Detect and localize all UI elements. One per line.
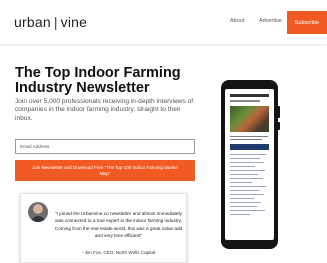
screen-text-line xyxy=(230,158,260,160)
nav-advertise-link[interactable]: Advertise xyxy=(259,18,282,24)
phone-mockup-icon xyxy=(221,80,280,249)
screen-title-placeholder xyxy=(230,94,269,97)
screen-text-line xyxy=(230,206,257,208)
screen-text-line xyxy=(230,214,250,216)
logo-text-urban: urban xyxy=(14,14,51,30)
screen-text-line xyxy=(230,178,263,180)
screen-text-line xyxy=(230,202,261,204)
site-header: urban | vine About Advertise Subscribe xyxy=(0,0,327,44)
screen-text-line xyxy=(230,174,258,176)
page-title: The Top Indoor Farming Industry Newslett… xyxy=(15,65,181,96)
screen-text-line xyxy=(230,136,268,138)
screen-banner xyxy=(230,144,269,150)
phone-screen xyxy=(225,89,274,240)
screen-text-line xyxy=(230,210,265,212)
screen-hero-image xyxy=(230,106,269,132)
screen-text-line xyxy=(230,190,259,192)
site-logo[interactable]: urban | vine xyxy=(14,14,87,30)
screen-text-line xyxy=(230,182,252,184)
screen-text-line xyxy=(230,186,266,188)
phone-side-button xyxy=(278,122,280,130)
logo-separator: | xyxy=(53,14,58,30)
avatar xyxy=(28,202,48,222)
nav-subscribe-button[interactable]: Subscribe xyxy=(287,11,327,34)
screen-text-line xyxy=(230,166,255,168)
phone-side-button xyxy=(278,106,280,118)
landing-page: urban | vine About Advertise Subscribe The… xyxy=(0,0,327,263)
nav-about-link[interactable]: About xyxy=(230,18,244,24)
screen-text-line xyxy=(230,139,262,141)
screen-text-line xyxy=(230,154,266,156)
email-field[interactable] xyxy=(15,139,195,154)
testimonial-card: "I joined the Urbanvine.co newsletter an… xyxy=(20,193,187,263)
testimonial-attribution: - Jim Fox, CEO, North Wells Capital xyxy=(81,250,156,255)
hero-description: Join over 5,000 professionals receiving … xyxy=(15,98,194,122)
screen-subtitle-placeholder xyxy=(230,100,260,102)
testimonial-quote: "I joined the Urbanvine.co newsletter an… xyxy=(54,211,183,238)
screen-text-line xyxy=(230,194,264,196)
screen-text-line xyxy=(230,198,254,200)
screen-text-line xyxy=(230,162,264,164)
join-newsletter-button[interactable]: Join Newsletter and Download Free "The T… xyxy=(15,160,195,181)
screen-text-line xyxy=(230,170,265,172)
logo-text-vine: vine xyxy=(60,14,88,30)
